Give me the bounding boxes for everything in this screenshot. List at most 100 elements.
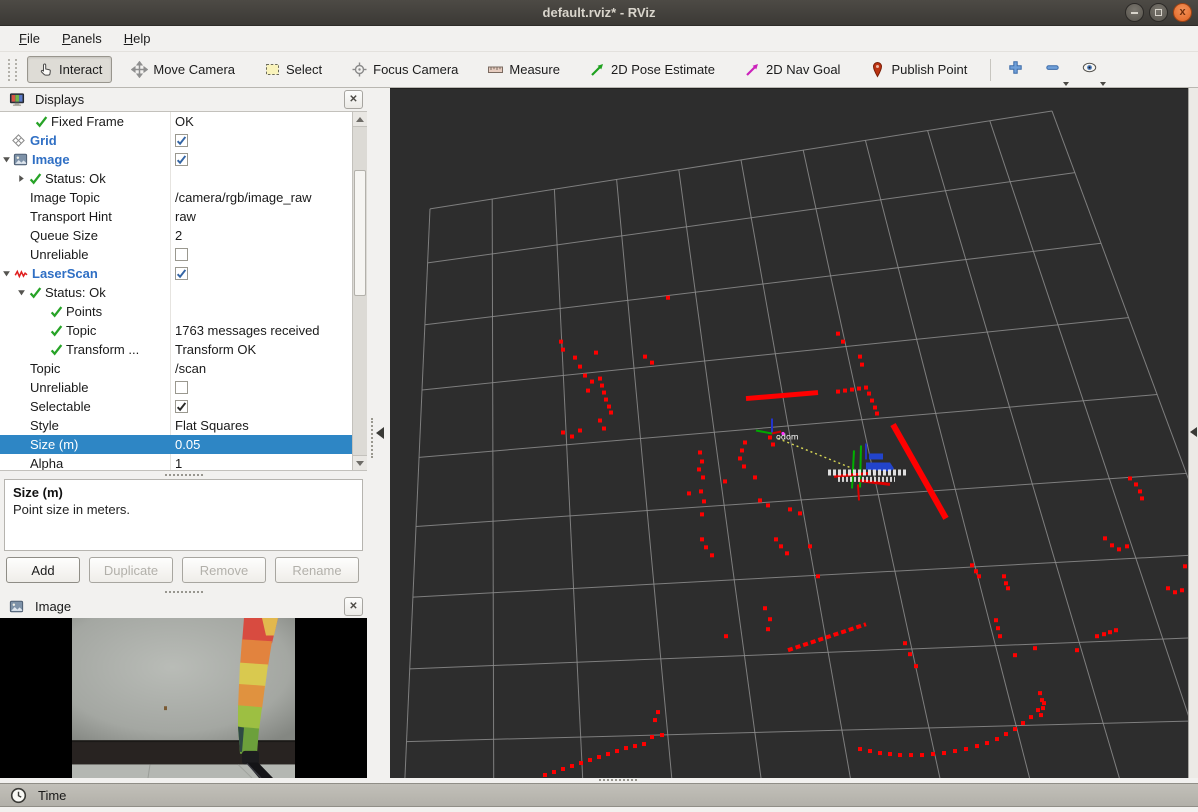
tree-row[interactable]: StyleFlat Squares [0, 416, 367, 435]
splitter-handle[interactable] [0, 471, 367, 479]
collapse-arrow-icon[interactable] [376, 427, 384, 439]
splitter-handle[interactable] [599, 779, 637, 781]
close-icon: x [1179, 7, 1185, 18]
tool-interact[interactable]: Interact [27, 56, 112, 83]
duplicate-button[interactable]: Duplicate [89, 557, 173, 583]
tool-publish-point[interactable]: Publish Point [859, 56, 977, 83]
tree-row[interactable]: Topic/scan [0, 359, 367, 378]
tool-focus-camera[interactable]: Focus Camera [341, 56, 468, 83]
property-value[interactable]: /camera/rgb/image_raw [175, 190, 312, 205]
property-label: Transform ... [66, 342, 139, 357]
checkbox[interactable] [175, 153, 188, 166]
tf-odom-label: odom [776, 432, 799, 441]
expander-right-icon[interactable] [16, 174, 27, 183]
zoom-plus-icon [1007, 59, 1024, 81]
property-value[interactable]: Flat Squares [175, 418, 249, 433]
eye-button[interactable] [1075, 56, 1104, 84]
scrollbar-up-icon[interactable] [353, 112, 367, 127]
remove-button[interactable]: Remove [182, 557, 266, 583]
close-button[interactable]: x [1173, 3, 1192, 22]
maximize-icon [1155, 9, 1162, 16]
maximize-button[interactable] [1149, 3, 1168, 22]
status-ok-check-icon [33, 114, 49, 129]
property-label: Image [32, 152, 70, 167]
tool-2d-pose-estimate[interactable]: 2D Pose Estimate [579, 56, 725, 83]
rename-button[interactable]: Rename [275, 557, 359, 583]
tree-row[interactable]: Points [0, 302, 367, 321]
render-view[interactable]: odom [390, 89, 1188, 778]
displays-panel-header[interactable]: Displays ✕ [0, 88, 367, 111]
zoom-minus-button[interactable] [1038, 56, 1067, 84]
add-button[interactable]: Add [6, 557, 80, 583]
property-value[interactable]: raw [175, 209, 196, 224]
menu-item-help[interactable]: Help [115, 28, 160, 49]
viewport-3d[interactable]: odom [390, 88, 1188, 778]
camera-photo [0, 618, 367, 778]
grid-lines [400, 111, 1188, 778]
displays-button-row: Add Duplicate Remove Rename [0, 551, 367, 589]
zoom-plus-button[interactable] [1001, 56, 1030, 84]
tree-row[interactable]: Image Topic/camera/rgb/image_raw [0, 188, 367, 207]
time-panel-header[interactable]: Time [0, 783, 1198, 807]
tree-row[interactable]: Transform ... Transform OK [0, 340, 367, 359]
expander-down-icon[interactable] [16, 288, 27, 297]
property-value[interactable]: 0.05 [175, 437, 200, 452]
property-value[interactable]: OK [175, 114, 194, 129]
tree-scrollbar[interactable] [352, 112, 367, 470]
checkbox[interactable] [175, 400, 188, 413]
tree-row[interactable]: Unreliable [0, 245, 367, 264]
views-panel-strip[interactable] [1188, 88, 1198, 778]
property-value[interactable]: 2 [175, 228, 182, 243]
focus-crosshair-icon [351, 61, 368, 78]
checkbox[interactable] [175, 381, 188, 394]
image-panel-close-icon[interactable]: ✕ [344, 597, 363, 616]
expander-down-icon[interactable] [1, 269, 12, 278]
property-label: Unreliable [30, 247, 89, 262]
tree-row[interactable]: Topic1763 messages received [0, 321, 367, 340]
property-value[interactable]: Transform OK [175, 342, 256, 357]
tree-row[interactable]: Transport Hintraw [0, 207, 367, 226]
map-pin-icon [869, 61, 886, 78]
scrollbar-thumb[interactable] [354, 170, 366, 296]
tool-measure[interactable]: Measure [477, 56, 570, 83]
collapse-arrow-icon[interactable] [1190, 427, 1197, 437]
display-tree[interactable]: Fixed FrameOKGridImageStatus: OkImage To… [0, 111, 367, 471]
titlebar[interactable]: default.rviz* - RViz x [0, 0, 1198, 26]
checkbox[interactable] [175, 267, 188, 280]
help-text: Point size in meters. [13, 502, 354, 517]
tree-row[interactable]: Unreliable [0, 378, 367, 397]
displays-close-icon[interactable]: ✕ [344, 90, 363, 109]
minimize-button[interactable] [1125, 3, 1144, 22]
image-panel-header[interactable]: Image ✕ [0, 595, 367, 618]
tree-row[interactable]: Grid [0, 131, 367, 150]
menu-item-panels[interactable]: Panels [53, 28, 111, 49]
expander-down-icon[interactable] [1, 155, 12, 164]
property-value[interactable]: 1763 messages received [175, 323, 320, 338]
dropdown-caret-icon[interactable] [1063, 82, 1069, 86]
tree-row[interactable]: Status: Ok [0, 283, 367, 302]
tree-row[interactable]: Status: Ok [0, 169, 367, 188]
tree-row[interactable]: Size (m)0.05 [0, 435, 367, 454]
zoom-minus-icon [1044, 59, 1061, 81]
checkbox[interactable] [175, 134, 188, 147]
tree-row[interactable]: Image [0, 150, 367, 169]
tool-2d-nav-goal[interactable]: 2D Nav Goal [734, 56, 850, 83]
toolbar-handle[interactable] [8, 59, 17, 81]
tree-row[interactable]: Queue Size2 [0, 226, 367, 245]
image-panel-title: Image [35, 599, 344, 614]
tree-row[interactable]: Selectable [0, 397, 367, 416]
tool-move-camera[interactable]: Move Camera [121, 56, 245, 83]
property-value[interactable]: 1 [175, 456, 182, 471]
checkbox[interactable] [175, 248, 188, 261]
tool-select[interactable]: Select [254, 56, 332, 83]
tree-row[interactable]: LaserScan [0, 264, 367, 283]
property-label: Fixed Frame [51, 114, 124, 129]
tree-row[interactable]: Fixed Frame OK [0, 112, 367, 131]
scrollbar-down-icon[interactable] [353, 455, 367, 470]
panel-splitter[interactable] [367, 88, 390, 778]
menu-item-file[interactable]: File [10, 28, 49, 49]
laser-icon [12, 267, 29, 281]
dropdown-caret-icon[interactable] [1100, 82, 1106, 86]
property-value[interactable]: /scan [175, 361, 206, 376]
tree-row[interactable]: Alpha1 [0, 454, 367, 471]
